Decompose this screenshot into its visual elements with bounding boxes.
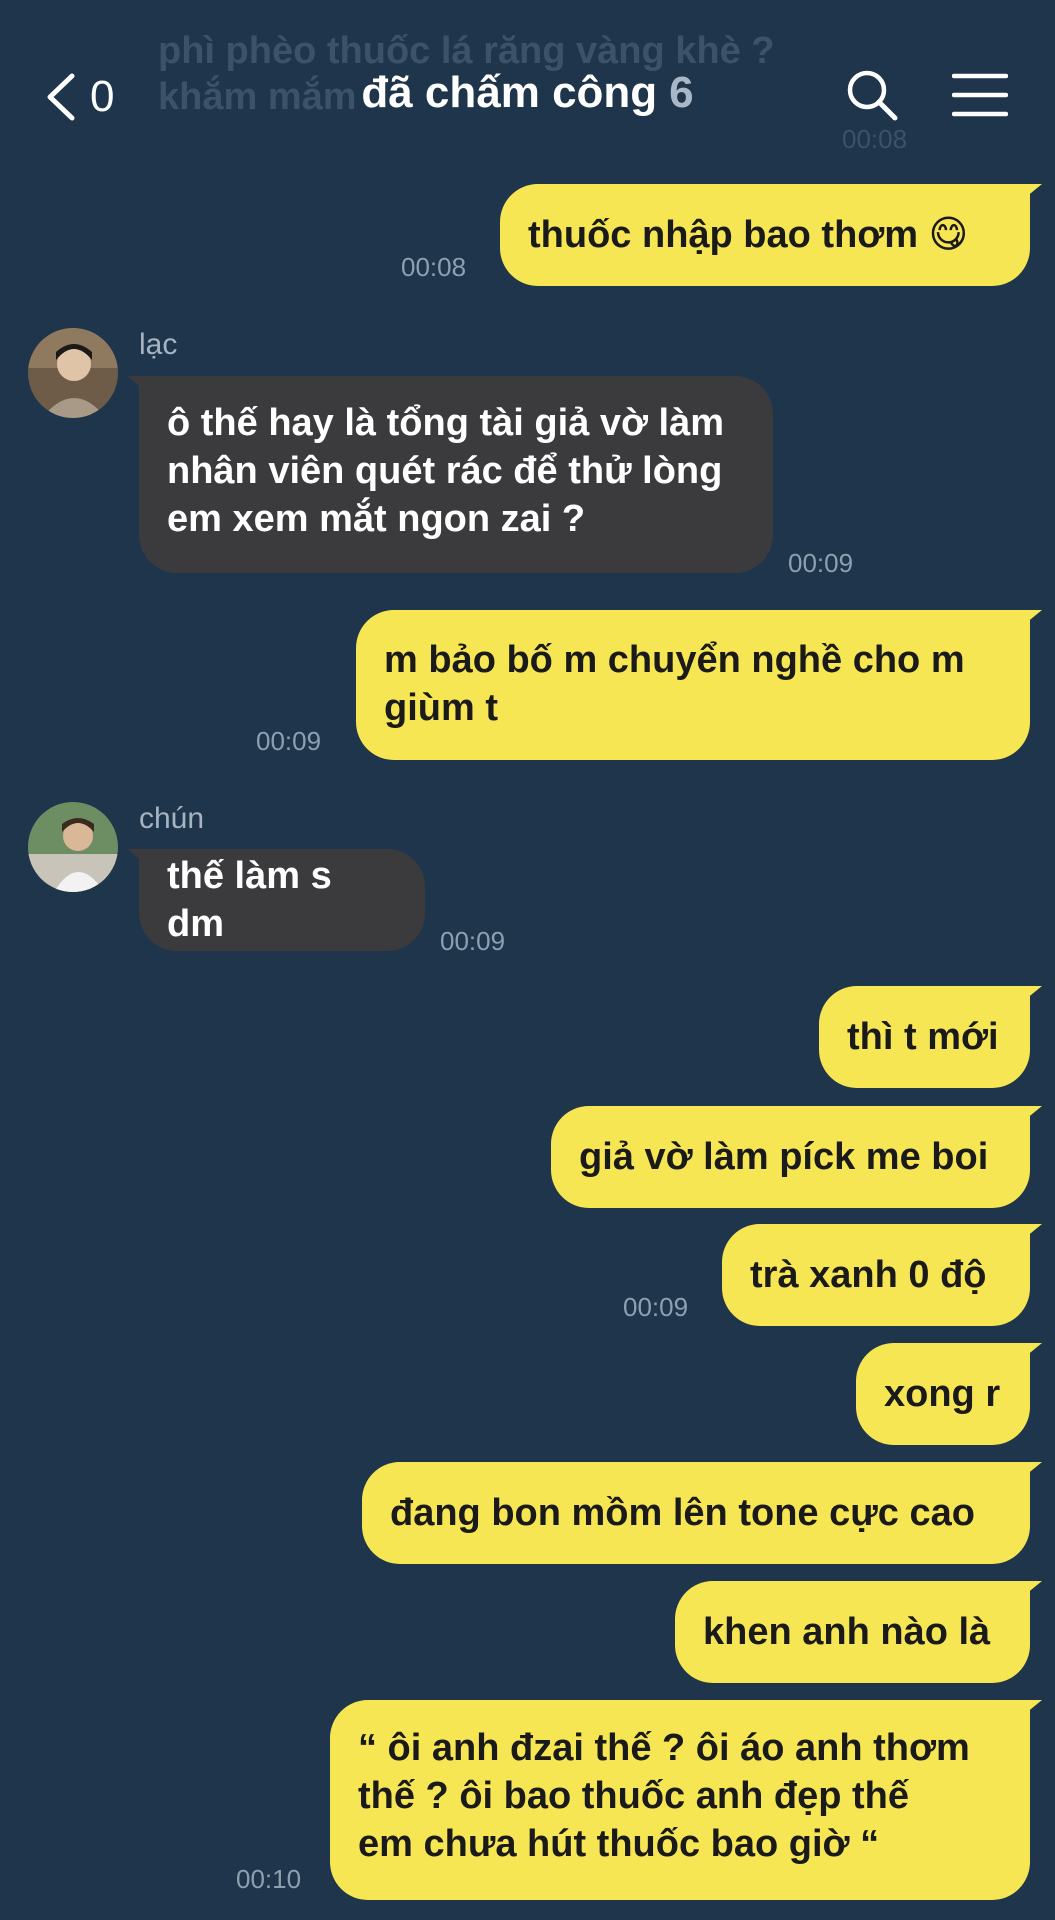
menu-icon[interactable] xyxy=(952,70,1008,120)
my-message-bubble[interactable]: giả vờ làm píck me boi xyxy=(551,1106,1042,1208)
message-text: thuốc nhập bao thơm 😋 xyxy=(528,214,969,256)
my-message-bubble[interactable]: khen anh nào là xyxy=(675,1581,1042,1683)
message-timestamp: 00:09 xyxy=(440,926,506,956)
message-text: thế làm s dm xyxy=(167,855,332,945)
avatar-lac[interactable] xyxy=(28,328,118,418)
my-message-bubble[interactable]: thuốc nhập bao thơm 😋 xyxy=(500,184,1042,286)
message-text: đang bon mồm lên tone cực cao xyxy=(390,1492,975,1534)
message-line: m bảo bố m chuyển nghề cho m xyxy=(384,639,965,681)
chat-header: 0 đã chấm công 6 xyxy=(0,60,1055,130)
avatar-image xyxy=(28,328,118,418)
message-timestamp: 00:09 xyxy=(623,1292,689,1322)
message-timestamp: 00:08 xyxy=(401,252,467,282)
my-message-bubble[interactable]: thì t mới xyxy=(819,986,1042,1088)
message-timestamp: 00:09 xyxy=(788,548,854,578)
message-text: khen anh nào là xyxy=(703,1611,991,1653)
my-message-bubble[interactable]: “ ôi anh đzai thế ? ôi áo anh thơm thế ?… xyxy=(330,1700,1042,1900)
message-line: nhân viên quét rác để thử lòng xyxy=(167,450,723,492)
search-icon[interactable] xyxy=(845,68,899,122)
message-line: ô thế hay là tổng tài giả vờ làm xyxy=(167,402,725,444)
avatar-chun[interactable] xyxy=(28,802,118,892)
message-text: trà xanh 0 độ xyxy=(750,1254,987,1296)
my-message-bubble[interactable]: đang bon mồm lên tone cực cao xyxy=(362,1462,1042,1564)
message-line: giùm t xyxy=(384,687,498,729)
my-message-bubble[interactable]: xong r xyxy=(856,1343,1042,1445)
my-message-bubble[interactable]: m bảo bố m chuyển nghề cho m giùm t xyxy=(356,610,1042,760)
member-count: 6 xyxy=(669,68,694,117)
message-line: “ ôi anh đzai thế ? ôi áo anh thơm xyxy=(358,1727,970,1769)
avatar-image xyxy=(28,802,118,892)
message-text: xong r xyxy=(884,1373,1001,1415)
sender-name: chún xyxy=(139,802,205,835)
message-text: thì t mới xyxy=(847,1016,999,1058)
message-line: em chưa hút thuốc bao giờ “ xyxy=(358,1823,880,1865)
message-text: giả vờ làm píck me boi xyxy=(579,1136,989,1178)
group-name: đã chấm công xyxy=(361,68,658,117)
sender-name: lạc xyxy=(139,328,178,361)
message-line: em xem mắt ngon zai ? xyxy=(167,498,586,540)
message-timestamp: 00:09 xyxy=(256,726,322,756)
message-timestamp: 00:10 xyxy=(236,1864,302,1894)
their-message-bubble[interactable]: ô thế hay là tổng tài giả vờ làm nhân vi… xyxy=(127,376,773,573)
their-message-bubble[interactable]: thế làm s dm xyxy=(127,849,425,951)
my-message-bubble[interactable]: trà xanh 0 độ xyxy=(722,1224,1042,1326)
message-line: thế ? ôi bao thuốc anh đẹp thế xyxy=(358,1775,909,1817)
